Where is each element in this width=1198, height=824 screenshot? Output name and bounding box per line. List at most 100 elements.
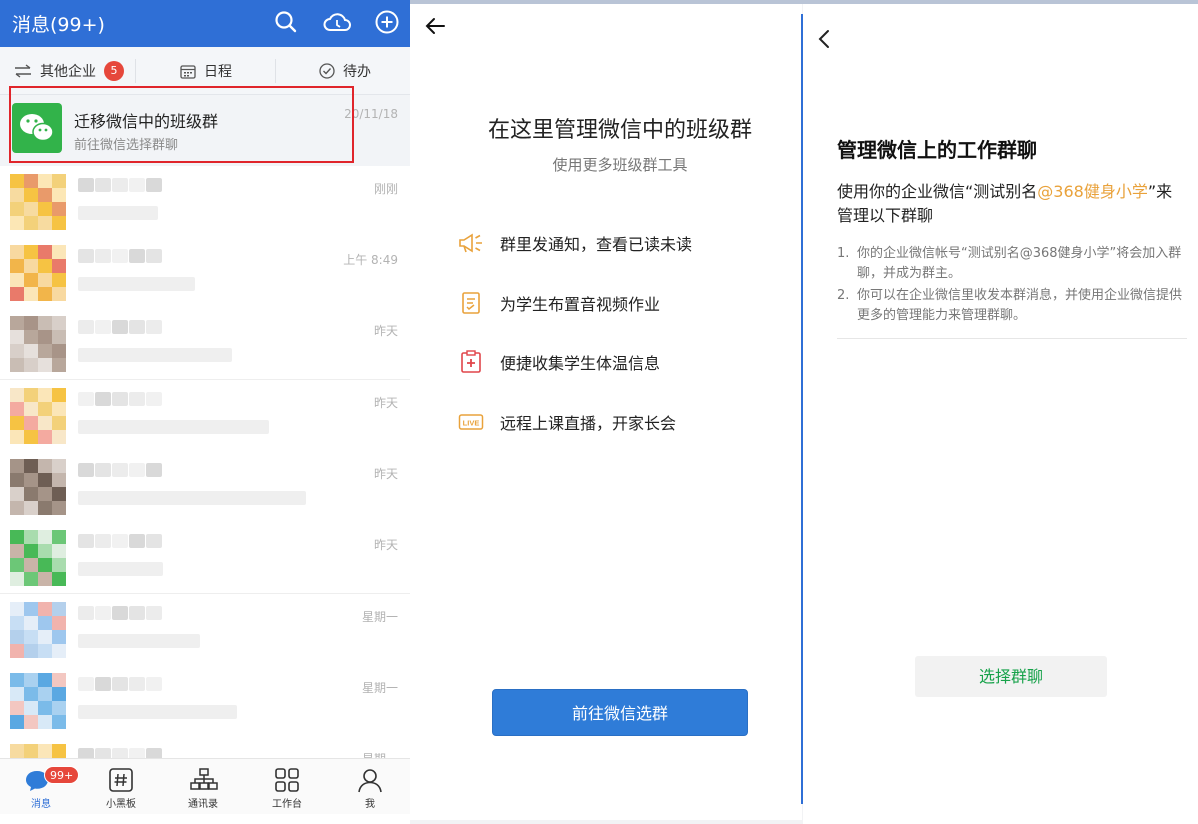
page-title: 消息(99+) (12, 14, 105, 36)
bottom-navigation: 99+ 消息 小黑板 通讯录 工作台 我 (0, 758, 410, 814)
nav-label: 我 (365, 799, 375, 810)
item-time: 昨天 (373, 467, 398, 481)
redacted-text (112, 320, 128, 334)
manage-group-screen: 管理微信上的工作群聊 使用你的企业微信“测试别名@368健身小学”来管理以下群聊… (803, 4, 1198, 824)
redacted-text (129, 463, 145, 477)
feature-item: LIVE 远程上课直播，开家长会 (458, 407, 676, 437)
redacted-text (129, 249, 145, 263)
avatar (10, 316, 66, 372)
add-icon[interactable] (374, 9, 400, 35)
person-icon (358, 769, 382, 793)
switch-arrows-icon (15, 64, 31, 78)
tab-label: 日程 (204, 64, 232, 80)
nav-me[interactable]: 我 (329, 759, 410, 815)
note-number: 2. (837, 288, 850, 303)
nav-contacts[interactable]: 通讯录 (162, 759, 244, 815)
feature-item: 为学生布置音视频作业 (458, 288, 660, 318)
list-item[interactable]: 昨天 (0, 522, 410, 594)
tab-label: 待办 (343, 64, 371, 80)
divider (275, 59, 276, 83)
redacted-preview (78, 562, 163, 576)
redacted-text (95, 463, 111, 477)
redacted-text (95, 606, 111, 620)
note-item: 2. 你可以在企业微信里收发本群消息，并使用企业微信提供更多的管理能力来管理群聊… (837, 286, 1185, 326)
avatar (10, 388, 66, 444)
avatar (10, 174, 66, 230)
redacted-text (78, 463, 94, 477)
redacted-text (112, 534, 128, 548)
back-chevron-icon[interactable] (817, 28, 831, 50)
avatar (10, 673, 66, 729)
redacted-preview (78, 420, 269, 434)
feature-text: 群里发通知，查看已读未读 (500, 235, 693, 254)
live-icon: LIVE (458, 409, 484, 435)
nav-blackboard[interactable]: 小黑板 (80, 759, 162, 815)
list-item[interactable]: 刚刚 (0, 166, 410, 238)
search-icon[interactable] (273, 9, 299, 35)
redacted-preview (78, 491, 306, 505)
app-header: 消息(99+) (0, 0, 410, 47)
item-time: 星期一 (361, 610, 398, 624)
redacted-text (112, 249, 128, 263)
homework-icon (458, 290, 484, 316)
list-item[interactable]: 昨天 (0, 451, 410, 523)
nav-label: 工作台 (272, 799, 302, 810)
redacted-text (146, 606, 162, 620)
tab-label: 其他企业 (40, 64, 96, 80)
feature-text: 远程上课直播，开家长会 (500, 414, 677, 433)
redacted-text (78, 178, 94, 192)
redacted-text (146, 463, 162, 477)
redacted-text (78, 320, 94, 334)
list-item[interactable]: 昨天 (0, 308, 410, 380)
redacted-text (129, 606, 145, 620)
highlight-annotation-box (9, 86, 354, 163)
back-arrow-icon[interactable] (424, 16, 446, 36)
list-item[interactable]: 昨天 (0, 380, 410, 452)
redacted-text (129, 178, 145, 192)
nav-label: 通讯录 (188, 799, 218, 810)
select-group-chat-button[interactable]: 选择群聊 (915, 656, 1107, 697)
feature-text: 便捷收集学生体温信息 (500, 354, 661, 373)
redacted-preview (78, 206, 158, 220)
redacted-preview (78, 277, 195, 291)
redacted-text (95, 178, 111, 192)
redacted-text (78, 249, 94, 263)
redacted-text (129, 534, 145, 548)
feature-item: 群里发通知，查看已读未读 (458, 228, 692, 258)
redacted-text (129, 677, 145, 691)
list-item[interactable]: 星期一 (0, 665, 410, 737)
redacted-text (95, 320, 111, 334)
redacted-text (95, 677, 111, 691)
redacted-text (78, 677, 94, 691)
go-to-wechat-select-button[interactable]: 前往微信选群 (492, 689, 748, 736)
cloud-disk-icon[interactable] (322, 9, 352, 35)
list-item[interactable]: 上午 8:49 (0, 237, 410, 309)
redacted-text (112, 677, 128, 691)
redacted-text (129, 320, 145, 334)
note-number: 1. (837, 246, 850, 261)
redacted-text (129, 392, 145, 406)
redacted-text (146, 249, 162, 263)
redacted-text (95, 249, 111, 263)
live-badge-text: LIVE (463, 419, 480, 428)
megaphone-icon (458, 230, 484, 256)
item-time: 昨天 (373, 324, 398, 338)
avatar (10, 459, 66, 515)
nav-label: 消息 (31, 799, 51, 810)
item-time: 刚刚 (373, 182, 398, 196)
redacted-text (112, 606, 128, 620)
intro-subtitle: 使用更多班级群工具 (552, 156, 688, 174)
list-item[interactable]: 星期一 (0, 594, 410, 666)
nav-messages[interactable]: 99+ 消息 (0, 759, 82, 815)
divider (837, 338, 1187, 339)
redacted-preview (78, 348, 232, 362)
redacted-text (95, 392, 111, 406)
nav-workbench[interactable]: 工作台 (246, 759, 328, 815)
avatar (10, 530, 66, 586)
org-name-highlight: @368健身小学 (1037, 182, 1148, 201)
note-text: 你可以在企业微信里收发本群消息，并使用企业微信提供更多的管理能力来管理群聊。 (857, 288, 1183, 323)
redacted-preview (78, 705, 237, 719)
grid-icon (275, 768, 299, 792)
intro-screen: 在这里管理微信中的班级群 使用更多班级群工具 群里发通知，查看已读未读 为学生布… (410, 4, 802, 820)
message-list-screen: 消息(99+) 其他企业 5 日程 待办 迁移微信中的班级群 前往微信选择群聊 … (0, 0, 410, 824)
